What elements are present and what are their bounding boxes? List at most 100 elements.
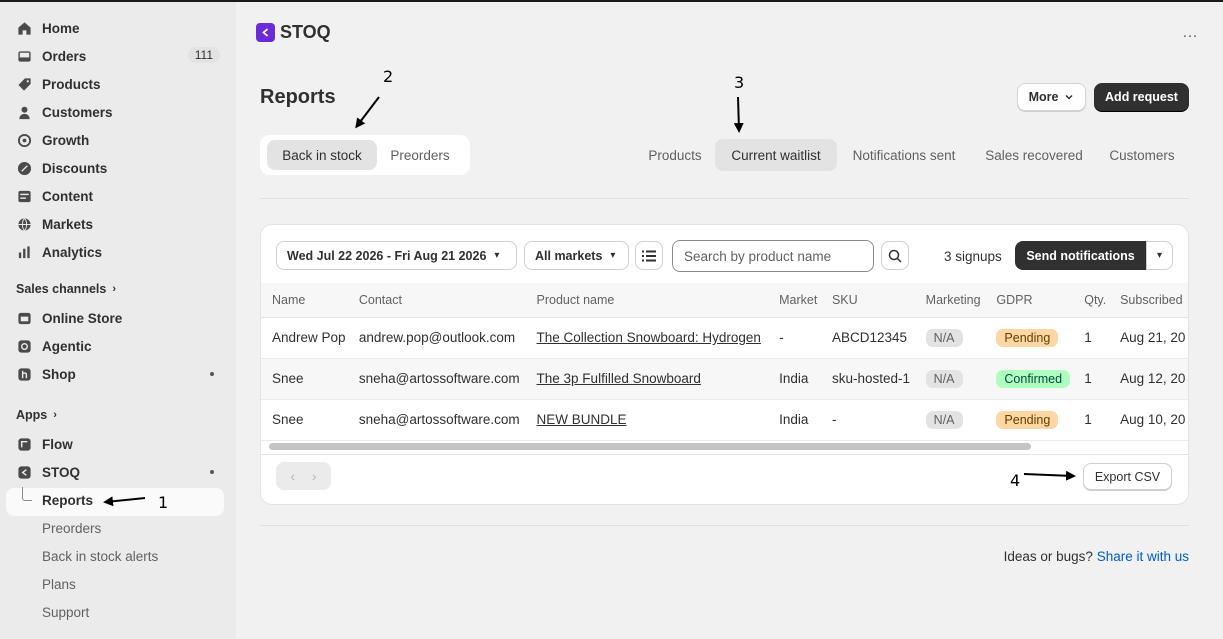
sidebar-sub-plans[interactable]: Plans bbox=[42, 577, 76, 592]
list-icon bbox=[642, 250, 656, 261]
sidebar-item-orders[interactable]: Orders 111 bbox=[8, 42, 224, 70]
sidebar-item-online-store[interactable]: Online Store bbox=[8, 304, 224, 332]
segment-back-in-stock[interactable]: Back in stock bbox=[267, 140, 377, 170]
sidebar-item-customers[interactable]: Customers bbox=[8, 98, 224, 126]
tag-icon bbox=[16, 76, 32, 92]
page-title: Reports bbox=[260, 86, 336, 108]
cell-qty: 1 bbox=[1073, 317, 1110, 359]
tab-current-waitlist[interactable]: Current waitlist bbox=[715, 139, 837, 171]
tree-connector bbox=[22, 487, 32, 501]
app-name: STOQ bbox=[280, 22, 331, 42]
add-request-button[interactable]: Add request bbox=[1094, 83, 1189, 111]
signups-count: 3 signups bbox=[944, 249, 1002, 264]
bar-chart-icon bbox=[16, 244, 32, 260]
column-header-marketing[interactable]: Marketing bbox=[914, 283, 986, 318]
sidebar-item-discounts[interactable]: Discounts bbox=[8, 154, 224, 182]
table-row: Snee sneha@artossoftware.com NEW BUNDLE … bbox=[261, 399, 1188, 441]
sidebar-item-label: Products bbox=[42, 76, 101, 92]
annotation-number: 1 bbox=[158, 493, 169, 512]
search-input[interactable] bbox=[672, 240, 874, 272]
send-notifications-button[interactable]: Send notifications bbox=[1015, 241, 1146, 270]
column-header-sku[interactable]: SKU bbox=[820, 283, 915, 318]
column-header-qty[interactable]: Qty. bbox=[1073, 283, 1110, 318]
more-button[interactable]: More bbox=[1017, 83, 1086, 111]
app-logo: STOQ bbox=[256, 22, 331, 43]
product-link[interactable]: The Collection Snowboard: Hydrogen bbox=[537, 330, 761, 345]
date-range-picker[interactable]: Wed Jul 22 2026 - Fri Aug 21 2026 ▾ bbox=[276, 241, 517, 270]
export-csv-button[interactable]: Export CSV bbox=[1083, 463, 1172, 490]
cell-marketing: N/A bbox=[914, 317, 986, 359]
cell-contact: sneha@artossoftware.com bbox=[347, 399, 526, 441]
product-link[interactable]: NEW BUNDLE bbox=[537, 412, 627, 427]
sidebar-item-agentic[interactable]: Agentic bbox=[8, 332, 224, 360]
sidebar-item-growth[interactable]: Growth bbox=[8, 126, 224, 154]
cell-qty: 1 bbox=[1073, 399, 1110, 441]
tab-customers[interactable]: Customers bbox=[1100, 139, 1184, 171]
target-icon bbox=[16, 132, 32, 148]
chevron-right-icon: › bbox=[53, 409, 57, 421]
chevron-down-icon: ▾ bbox=[1156, 250, 1163, 261]
tab-sales-recovered[interactable]: Sales recovered bbox=[975, 139, 1093, 171]
stoq-logo-icon bbox=[256, 23, 275, 42]
column-header-subscribed[interactable]: Subscribed bbox=[1109, 283, 1188, 318]
cell-subscribed: Aug 21, 20 bbox=[1109, 317, 1188, 359]
feedback-text: Ideas or bugs? Share it with us bbox=[1003, 549, 1189, 564]
sidebar-item-shop[interactable]: Shop bbox=[8, 360, 224, 388]
marketing-badge: N/A bbox=[925, 410, 963, 429]
column-header-contact[interactable]: Contact bbox=[347, 283, 526, 318]
sidebar: Home Orders 111 Products Customers Growt… bbox=[0, 2, 236, 639]
previous-page-button[interactable]: ‹ bbox=[290, 468, 295, 484]
annotation-number: 4 bbox=[1010, 471, 1021, 490]
home-icon bbox=[16, 20, 32, 36]
table-row: Snee sneha@artossoftware.com The 3p Fulf… bbox=[261, 358, 1188, 400]
annotation-number: 3 bbox=[734, 73, 745, 92]
sidebar-item-label: Orders bbox=[42, 48, 87, 64]
annotation-number: 2 bbox=[383, 67, 394, 86]
cell-market: India bbox=[768, 399, 821, 441]
product-link[interactable]: The 3p Fulfilled Snowboard bbox=[537, 371, 701, 386]
pagination: ‹ › bbox=[276, 462, 331, 490]
more-dot-icon bbox=[210, 372, 214, 376]
segment-preorders[interactable]: Preorders bbox=[379, 140, 461, 170]
sidebar-sub-preorders[interactable]: Preorders bbox=[42, 521, 101, 536]
cell-gdpr: Pending bbox=[985, 399, 1074, 441]
column-header-market[interactable]: Market bbox=[768, 283, 821, 318]
gdpr-badge: Pending bbox=[996, 328, 1059, 347]
waitlist-card: Wed Jul 22 2026 - Fri Aug 21 2026 ▾ All m… bbox=[260, 224, 1189, 505]
send-options-button[interactable]: ▾ bbox=[1146, 241, 1173, 270]
sales-channels-heading[interactable]: Sales channels › bbox=[16, 282, 116, 296]
cell-product: The Collection Snowboard: Hydrogen bbox=[525, 317, 769, 359]
cell-name: Andrew Pop bbox=[261, 317, 348, 359]
cell-marketing: N/A bbox=[914, 399, 986, 441]
apps-heading[interactable]: Apps › bbox=[16, 408, 57, 422]
horizontal-scrollbar[interactable] bbox=[269, 443, 1031, 450]
divider bbox=[260, 198, 1189, 199]
sidebar-item-analytics[interactable]: Analytics bbox=[8, 238, 224, 266]
tab-notifications-sent[interactable]: Notifications sent bbox=[841, 139, 967, 171]
more-actions-icon[interactable]: … bbox=[1182, 24, 1199, 42]
share-feedback-link[interactable]: Share it with us bbox=[1097, 549, 1189, 564]
sidebar-item-home[interactable]: Home bbox=[8, 14, 224, 42]
chevron-down-icon: ▾ bbox=[610, 250, 616, 261]
sidebar-item-products[interactable]: Products bbox=[8, 70, 224, 98]
cell-product: The 3p Fulfilled Snowboard bbox=[525, 358, 769, 400]
cell-name: Snee bbox=[261, 399, 348, 441]
column-header-gdpr[interactable]: GDPR bbox=[985, 283, 1074, 318]
sidebar-item-stoq[interactable]: STOQ bbox=[8, 458, 224, 486]
sidebar-item-markets[interactable]: Markets bbox=[8, 210, 224, 238]
tab-products[interactable]: Products bbox=[639, 139, 711, 171]
sidebar-item-flow[interactable]: Flow bbox=[8, 430, 224, 458]
cell-subscribed: Aug 10, 20 bbox=[1109, 399, 1188, 441]
sidebar-sub-reports[interactable]: Reports bbox=[42, 493, 93, 508]
column-header-name[interactable]: Name bbox=[261, 283, 348, 318]
sidebar-sub-back-in-stock-alerts[interactable]: Back in stock alerts bbox=[42, 549, 158, 564]
search-icon bbox=[888, 249, 902, 263]
sidebar-item-content[interactable]: Content bbox=[8, 182, 224, 210]
markets-select[interactable]: All markets ▾ bbox=[524, 241, 629, 270]
sidebar-sub-support[interactable]: Support bbox=[42, 605, 89, 620]
list-view-button[interactable] bbox=[635, 241, 663, 270]
main-content: STOQ … Reports More Add request Back in … bbox=[236, 2, 1223, 639]
column-header-product-name[interactable]: Product name bbox=[525, 283, 769, 318]
search-button[interactable] bbox=[881, 241, 909, 270]
next-page-button[interactable]: › bbox=[312, 468, 317, 484]
